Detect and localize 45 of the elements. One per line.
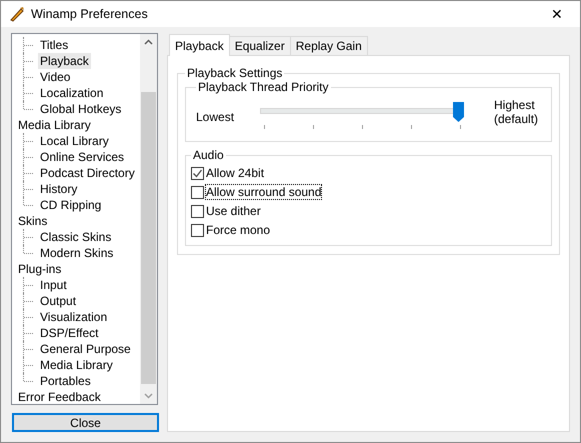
group-title: Audio [192,148,225,162]
checkbox[interactable] [191,224,204,236]
tree-item[interactable]: Video [38,69,72,85]
close-icon[interactable]: ✕ [534,6,580,22]
tree-item[interactable]: Plug-ins [16,261,64,277]
tree-item[interactable]: CD Ripping [38,197,104,213]
scrollbar[interactable] [140,34,157,404]
window-title: Winamp Preferences [31,7,149,21]
checkbox[interactable] [191,204,204,218]
slider-label: Highest (default) [494,98,538,126]
tab[interactable]: Replay Gain [290,36,368,55]
tree-item[interactable]: History [38,181,80,197]
tree-item[interactable]: Localization [38,85,106,101]
tree-item[interactable]: Output [38,293,78,309]
group-title: Playback Thread Priority [197,80,330,94]
tree-item[interactable]: Media Library [16,117,93,133]
tree-item[interactable]: Portables [38,373,93,389]
close-button[interactable]: Close [12,413,159,432]
group-title: Playback Settings [186,66,284,80]
tree-item[interactable]: DSP/Effect [38,325,100,341]
tree-item[interactable]: General Purpose [38,341,133,357]
tree-item[interactable]: Playback [38,53,91,69]
tree-item[interactable]: Titles [38,37,70,53]
tree-item[interactable]: Error Feedback [16,389,103,405]
checkbox[interactable] [191,186,204,198]
tree-item[interactable]: Modern Skins [38,245,116,261]
slider-thumb[interactable] [453,102,464,122]
tree-item[interactable]: Local Library [38,133,111,149]
checkbox-label[interactable]: Use dither [206,204,261,218]
tree-item[interactable]: Media Library [38,357,115,373]
checkbox-label[interactable]: Allow surround sound [206,185,322,199]
checkbox-label[interactable]: Force mono [206,223,270,237]
tree-item[interactable]: Online Services [38,149,126,165]
checkbox[interactable] [191,166,204,180]
tree-item[interactable]: Skins [16,213,50,229]
tree-item[interactable]: Visualization [38,309,110,325]
tab[interactable]: Equalizer [228,36,291,55]
tree-item[interactable]: Classic Skins [38,229,114,245]
tree-item[interactable]: Global Hotkeys [38,101,124,117]
tab[interactable]: Playback [169,34,230,56]
app-logo-icon [9,6,25,22]
tree-item[interactable]: Input [38,277,69,293]
slider-label: Lowest [196,110,236,124]
tree-item[interactable]: Podcast Directory [38,165,137,181]
checkbox-label[interactable]: Allow 24bit [206,166,264,180]
